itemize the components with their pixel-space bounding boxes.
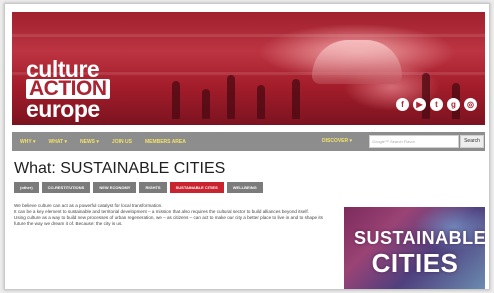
hero-crowd bbox=[422, 73, 430, 119]
side-image-line: CITIES bbox=[371, 248, 459, 278]
hero-crowd bbox=[172, 81, 180, 119]
search-button[interactable]: Search bbox=[460, 135, 484, 148]
tag-wellbeing[interactable]: WELLBEING bbox=[226, 182, 263, 193]
hero-crowd bbox=[292, 79, 300, 119]
facebook-icon[interactable]: f bbox=[396, 98, 409, 111]
hero-banner: culture ACTION europe f ▶ t g ◎ bbox=[12, 12, 485, 125]
logo-line-culture: culture bbox=[26, 56, 100, 82]
side-image-line: SUSTAINABLE bbox=[354, 228, 485, 248]
nav-item-what[interactable]: WHAT ▾ bbox=[48, 139, 67, 145]
logo-line-europe: europe bbox=[26, 96, 100, 122]
side-image-caption: SUSTAINABLE CITIES bbox=[354, 227, 485, 278]
nav-item-why[interactable]: WHY ▾ bbox=[20, 139, 35, 145]
hero-crowd bbox=[257, 85, 265, 119]
tag-sustainable-cities[interactable]: SUSTAINABLE CITIES bbox=[169, 182, 224, 193]
tag-co-restitutions[interactable]: CO-RESTITUTIONS bbox=[41, 182, 91, 193]
hero-fountain-image bbox=[312, 40, 402, 84]
search-input[interactable]: Google™ Search Flavor bbox=[369, 135, 459, 148]
intro-text: We believe culture can act as a powerful… bbox=[14, 203, 324, 227]
nav-item-join-us[interactable]: JOIN US bbox=[112, 139, 132, 145]
category-tags: (other) CO-RESTITUTIONS NEW ECONOMY RIGH… bbox=[14, 182, 263, 193]
browser-page: culture ACTION europe f ▶ t g ◎ WHY ▾ WH… bbox=[4, 3, 490, 290]
intro-paragraph: Using culture as a way to build new proc… bbox=[14, 215, 323, 226]
tag-rights[interactable]: RIGHTS bbox=[139, 182, 167, 193]
hero-crowd bbox=[202, 89, 210, 119]
sustainable-cities-image: SUSTAINABLE CITIES bbox=[344, 207, 485, 289]
social-links: f ▶ t g ◎ bbox=[396, 98, 477, 111]
culture-action-europe-logo[interactable]: culture ACTION europe bbox=[26, 56, 110, 122]
nav-item-discover[interactable]: DISCOVER ▾ bbox=[322, 138, 352, 144]
google-plus-icon[interactable]: g bbox=[447, 98, 460, 111]
twitter-icon[interactable]: t bbox=[430, 98, 443, 111]
hero-texture bbox=[12, 34, 485, 37]
hero-crowd bbox=[227, 75, 235, 119]
nav-item-members-area[interactable]: MEMBERS AREA bbox=[145, 139, 186, 145]
tag-new-economy[interactable]: NEW ECONOMY bbox=[93, 182, 137, 193]
main-nav: WHY ▾ WHAT ▾ NEWS ▾ JOIN US MEMBERS AREA… bbox=[12, 132, 485, 151]
youtube-icon[interactable]: ▶ bbox=[413, 98, 426, 111]
tag-other[interactable]: (other) bbox=[14, 182, 39, 193]
instagram-icon[interactable]: ◎ bbox=[464, 98, 477, 111]
nav-item-news[interactable]: NEWS ▾ bbox=[80, 139, 99, 145]
page-title: What: SUSTAINABLE CITIES bbox=[14, 160, 226, 177]
